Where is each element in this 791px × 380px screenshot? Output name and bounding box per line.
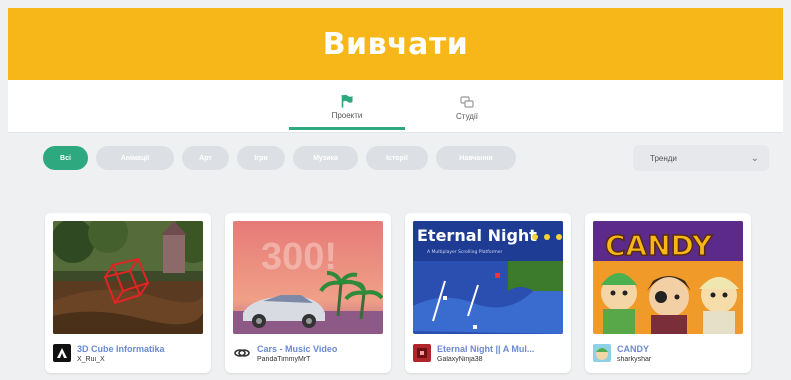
project-card[interactable]: 3D Cube Informatika X_Rui_X	[45, 213, 211, 373]
project-card[interactable]: CANDY CANDY sharkyshar	[585, 213, 751, 373]
project-author[interactable]: X_Rui_X	[77, 356, 205, 363]
explore-header: Вивчати	[8, 8, 783, 80]
project-title[interactable]: 3D Cube Informatika	[77, 344, 205, 354]
project-card[interactable]: 300! Cars - Music Video PandaTimmyMrT	[225, 213, 391, 373]
project-card[interactable]: Eternal Night A Multiplayer Scrolling Pl…	[405, 213, 571, 373]
project-thumbnail[interactable]: 300!	[233, 221, 383, 334]
filter-tutorials[interactable]: Навчання	[436, 146, 516, 170]
filter-all[interactable]: Всі	[43, 146, 88, 170]
avatar[interactable]	[413, 344, 431, 362]
sort-label: Тренди	[650, 153, 677, 163]
project-title[interactable]: CANDY	[617, 344, 745, 354]
project-title[interactable]: Eternal Night || A Mul...	[437, 344, 565, 354]
avatar[interactable]	[233, 344, 251, 362]
thumbnail-title: Eternal Night	[417, 226, 537, 245]
project-thumbnail[interactable]: Eternal Night A Multiplayer Scrolling Pl…	[413, 221, 563, 334]
filter-art[interactable]: Арт	[182, 146, 229, 170]
sort-dropdown[interactable]: Тренди ⌄	[633, 145, 769, 171]
project-author[interactable]: PandaTimmyMrT	[257, 356, 385, 363]
avatar[interactable]	[593, 344, 611, 362]
thumbnail-number: 300!	[261, 236, 337, 278]
thumbnail-title: CANDY	[605, 229, 713, 262]
filter-music[interactable]: Музика	[293, 146, 358, 170]
flag-icon	[341, 94, 353, 108]
filter-animations[interactable]: Анімації	[96, 146, 174, 170]
project-thumbnail[interactable]: CANDY	[593, 221, 743, 334]
project-author[interactable]: sharkyshar	[617, 356, 745, 363]
project-author[interactable]: GalaxyNinja38	[437, 356, 565, 363]
tab-projects[interactable]: Проекти	[289, 86, 405, 130]
tab-studios-label: Студії	[456, 112, 478, 121]
tab-bar: Проекти Студії	[8, 80, 783, 133]
project-title[interactable]: Cars - Music Video	[257, 344, 385, 354]
project-thumbnail[interactable]	[53, 221, 203, 334]
studio-icon	[460, 95, 474, 109]
tab-studios[interactable]: Студії	[409, 86, 525, 130]
category-filters: Всі Анімації Арт Ігри Музика Історії Нав…	[8, 133, 783, 191]
chevron-down-icon: ⌄	[750, 152, 759, 164]
tab-projects-label: Проекти	[331, 110, 363, 120]
page-title: Вивчати	[322, 26, 469, 62]
filter-games[interactable]: Ігри	[237, 146, 285, 170]
filter-stories[interactable]: Історії	[366, 146, 428, 170]
avatar[interactable]	[53, 344, 71, 362]
thumbnail-subtitle: A Multiplayer Scrolling Platformer	[427, 249, 503, 255]
